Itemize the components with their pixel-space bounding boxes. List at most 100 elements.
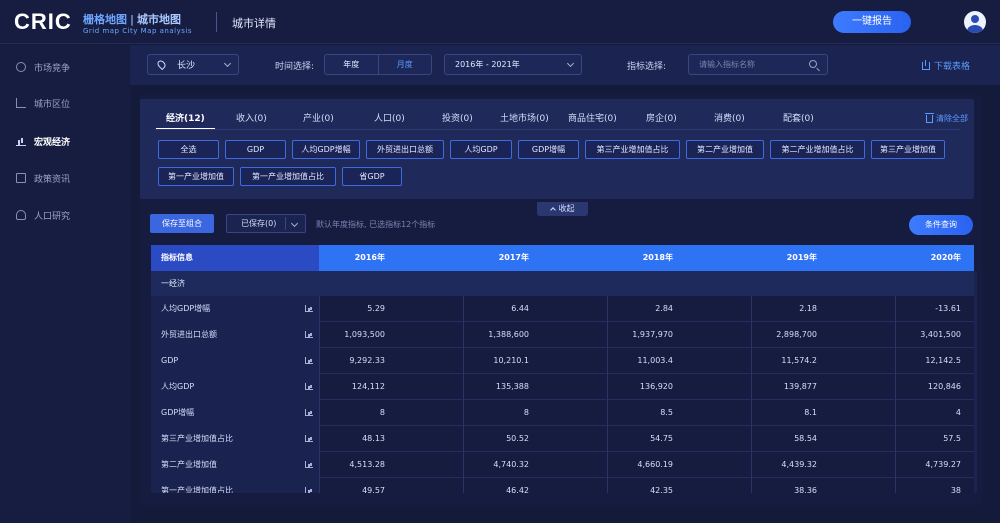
chip-primary-value[interactable]: 第一产业增加值 [158, 167, 234, 186]
sidebar-item-policy[interactable]: 政策资讯 [0, 164, 130, 192]
brand-grid-map: 栅格地图 [83, 13, 127, 26]
search-icon[interactable] [809, 60, 817, 68]
tab-population[interactable]: 人口(0) [374, 111, 405, 124]
chip-province-gdp[interactable]: 省GDP [342, 167, 402, 186]
value-cell: 46.42 [506, 486, 529, 493]
tab-developers[interactable]: 房企(0) [646, 111, 677, 124]
bar-chart-icon [16, 136, 26, 146]
clear-all-label: 清除全部 [936, 114, 968, 123]
sidebar-item-label: 市场竞争 [34, 63, 71, 74]
indicator-name-cell: 第一产业增加值占比 [151, 478, 319, 493]
tab-monthly[interactable]: 月度 [377, 55, 432, 74]
brand-subtitle: Grid map City Map analysis [83, 27, 192, 35]
page-title: 城市详情 [232, 17, 276, 30]
column-header-2020: 2020年 [930, 253, 961, 262]
avatar[interactable] [964, 11, 986, 33]
trend-chart-icon[interactable] [305, 487, 313, 493]
select-divider [285, 217, 286, 230]
tab-investment[interactable]: 投资(0) [442, 111, 473, 124]
tab-divider [154, 129, 960, 130]
chip-tertiary-share[interactable]: 第三产业增加值占比 [585, 140, 680, 159]
save-to-combo-button[interactable]: 保存至组合 [150, 214, 214, 233]
sidebar-item-macro-economy[interactable]: 宏观经济 [0, 127, 130, 155]
sidebar-item-market[interactable]: 市场竞争 [0, 53, 130, 81]
trend-chart-icon[interactable] [305, 435, 313, 442]
value-cell: 8 [523, 408, 529, 417]
tab-land-market[interactable]: 土地市场(0) [500, 111, 549, 124]
value-cell: 38 [950, 486, 961, 493]
condition-query-button[interactable]: 条件查询 [909, 215, 973, 235]
trend-chart-icon[interactable] [305, 331, 313, 338]
saved-combos-select[interactable]: 已保存(0) [226, 214, 306, 233]
chip-foreign-trade-total[interactable]: 外贸进出口总额 [366, 140, 444, 159]
sidebar-item-location[interactable]: 城市区位 [0, 89, 130, 117]
brand-title: 栅格地图 | 城市地图 [83, 11, 181, 27]
tab-facilities[interactable]: 配套(0) [783, 111, 814, 124]
tab-income[interactable]: 收入(0) [236, 111, 267, 124]
indicator-name-cell: GDP增幅 [151, 400, 319, 426]
tab-yearly[interactable]: 年度 [325, 55, 378, 74]
indicator-name-cell: 外贸进出口总额 [151, 322, 319, 348]
column-divider [319, 478, 320, 493]
logo[interactable]: CRIC [14, 9, 72, 35]
value-cell: 42.35 [650, 486, 673, 493]
group-row-economy: 一经济 [151, 271, 974, 296]
value-cell: 2,898,700 [776, 330, 817, 339]
indicator-search-input[interactable] [689, 55, 799, 74]
table-row: 人均GDP 124,112 135,388 136,920 139,877 120,846 [151, 374, 974, 400]
download-table-link[interactable]: 下载表格 [922, 59, 970, 72]
sidebar-item-label: 城市区位 [34, 99, 71, 110]
trend-chart-icon[interactable] [305, 383, 313, 390]
table-row: 第三产业增加值占比 48.13 50.52 54.75 58.54 57.5 [151, 426, 974, 452]
chip-gdp[interactable]: GDP [225, 140, 286, 159]
value-cell: 5.29 [367, 304, 385, 313]
chip-gdp-growth[interactable]: GDP增幅 [518, 140, 579, 159]
value-cell: 38.36 [794, 486, 817, 493]
column-header-indicator: 指标信息 [161, 253, 193, 262]
chip-secondary-value[interactable]: 第二产业增加值 [686, 140, 764, 159]
table-scrollbar[interactable] [974, 271, 977, 493]
column-divider [319, 374, 320, 400]
value-cell: 10,210.1 [493, 356, 529, 365]
trend-chart-icon[interactable] [305, 305, 313, 312]
value-cell: 120,846 [927, 382, 961, 391]
globe-icon [16, 62, 26, 72]
indicator-table: 指标信息 2016年 2017年 2018年 2019年 2020年 一经济 人… [151, 245, 974, 493]
indicator-name-cell: 人均GDP增幅 [151, 296, 319, 322]
one-click-report-button[interactable]: 一键报告 [833, 11, 911, 33]
chip-select-all[interactable]: 全选 [158, 140, 219, 159]
value-cell: 135,388 [495, 382, 529, 391]
trend-chart-icon[interactable] [305, 409, 313, 416]
value-cell: 136,920 [639, 382, 673, 391]
chip-per-capita-gdp-growth[interactable]: 人均GDP增幅 [292, 140, 360, 159]
tab-industry[interactable]: 产业(0) [303, 111, 334, 124]
value-cell: 9,292.33 [349, 356, 385, 365]
chip-tertiary-value[interactable]: 第三产业增加值 [871, 140, 945, 159]
saved-combos-value: 已保存(0) [241, 219, 277, 228]
indicator-name-cell: GDP [151, 348, 319, 374]
table-row: GDP 9,292.33 10,210.1 11,003.4 11,574.2 12,14… [151, 348, 974, 374]
sidebar-item-population[interactable]: 人口研究 [0, 201, 130, 229]
chevron-down-icon [566, 59, 575, 68]
tab-consumption[interactable]: 消费(0) [714, 111, 745, 124]
column-divider [319, 348, 320, 374]
date-range-value: 2016年 - 2021年 [455, 60, 520, 69]
value-cell: 48.13 [362, 434, 385, 443]
date-range-select[interactable]: 2016年 - 2021年 [444, 54, 582, 75]
value-cell: 11,003.4 [637, 356, 673, 365]
city-select[interactable]: 长沙 [147, 54, 239, 75]
chip-secondary-share[interactable]: 第二产业增加值占比 [770, 140, 865, 159]
chip-per-capita-gdp[interactable]: 人均GDP [450, 140, 512, 159]
filter-bar: 长沙 时间选择: 年度 月度 2016年 - 2021年 指标选择: 下载表格 [130, 45, 1000, 85]
trend-chart-icon[interactable] [305, 461, 313, 468]
value-cell: 57.5 [943, 434, 961, 443]
column-divider [319, 452, 320, 478]
clear-all-button[interactable]: 清除全部 [925, 112, 968, 124]
sidebar: 市场竞争 城市区位 宏观经济 政策资讯 人口研究 [0, 45, 130, 523]
collapse-button[interactable]: 收起 [537, 202, 588, 216]
tab-housing[interactable]: 商品住宅(0) [568, 111, 617, 124]
chip-primary-share[interactable]: 第一产业增加值占比 [240, 167, 336, 186]
top-bar: CRIC 栅格地图 | 城市地图 Grid map City Map analysi… [0, 0, 1000, 44]
tab-economy[interactable]: 经济(12) [156, 111, 215, 129]
trend-chart-icon[interactable] [305, 357, 313, 364]
